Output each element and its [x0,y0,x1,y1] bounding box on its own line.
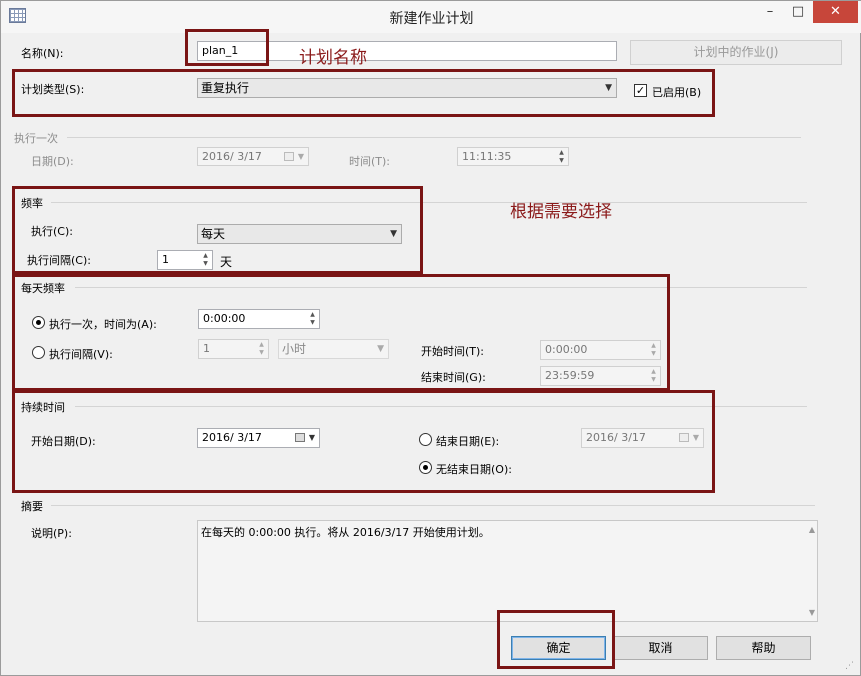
help-button[interactable]: 帮助 [716,636,811,660]
scroll-up-icon[interactable]: ▲ [809,525,815,534]
title-bar: 新建作业计划 – □ ✕ [1,1,861,33]
once-date-value: 2016/ 3/17 [202,150,262,163]
annotation-box-name [185,29,269,66]
once-time-label: 时间(T): [349,155,391,168]
minimize-button[interactable]: – [756,1,784,23]
description-label: 说明(P): [31,527,72,540]
divider [67,137,801,138]
calendar-icon [284,152,294,161]
resize-grip-icon[interactable]: ⋰ [845,661,854,671]
once-time-value: 11:11:35 [462,150,512,163]
chevron-down-icon: ▼ [297,152,304,161]
annotation-box-ok [497,610,615,669]
annotation-choose-note: 根据需要选择 [510,202,612,222]
window-title: 新建作业计划 [389,11,474,27]
maximize-button[interactable]: □ [784,1,812,23]
dialog-window: 新建作业计划 – □ ✕ 名称(N): plan_1 计划中的作业(J) 计划类… [0,0,861,676]
summary-heading: 摘要 [21,500,43,513]
close-button[interactable]: ✕ [813,1,858,23]
divider [51,505,815,506]
description-textarea[interactable]: 在每天的 0:00:00 执行。将从 2016/3/17 开始使用计划。 ▲ ▼ [197,520,818,622]
description-text: 在每天的 0:00:00 执行。将从 2016/3/17 开始使用计划。 [201,526,490,539]
once-date-input[interactable]: 2016/ 3/17 ▼ [197,147,309,166]
name-label: 名称(N): [21,47,64,60]
once-date-label: 日期(D): [31,155,74,168]
annotation-box-schedule-type [12,69,715,117]
once-heading: 执行一次 [14,132,58,145]
cancel-button[interactable]: 取消 [613,636,708,660]
annotation-box-duration [12,390,715,493]
once-time-input[interactable]: 11:11:35 ▲ ▼ [457,147,569,166]
annotation-box-daily [12,274,670,391]
spinner-icon: ▲ ▼ [559,149,564,164]
jobs-in-schedule-button[interactable]: 计划中的作业(J) [630,40,842,65]
annotation-box-frequency [12,186,423,274]
scroll-down-icon[interactable]: ▼ [809,608,815,617]
annotation-name-note: 计划名称 [299,48,367,68]
